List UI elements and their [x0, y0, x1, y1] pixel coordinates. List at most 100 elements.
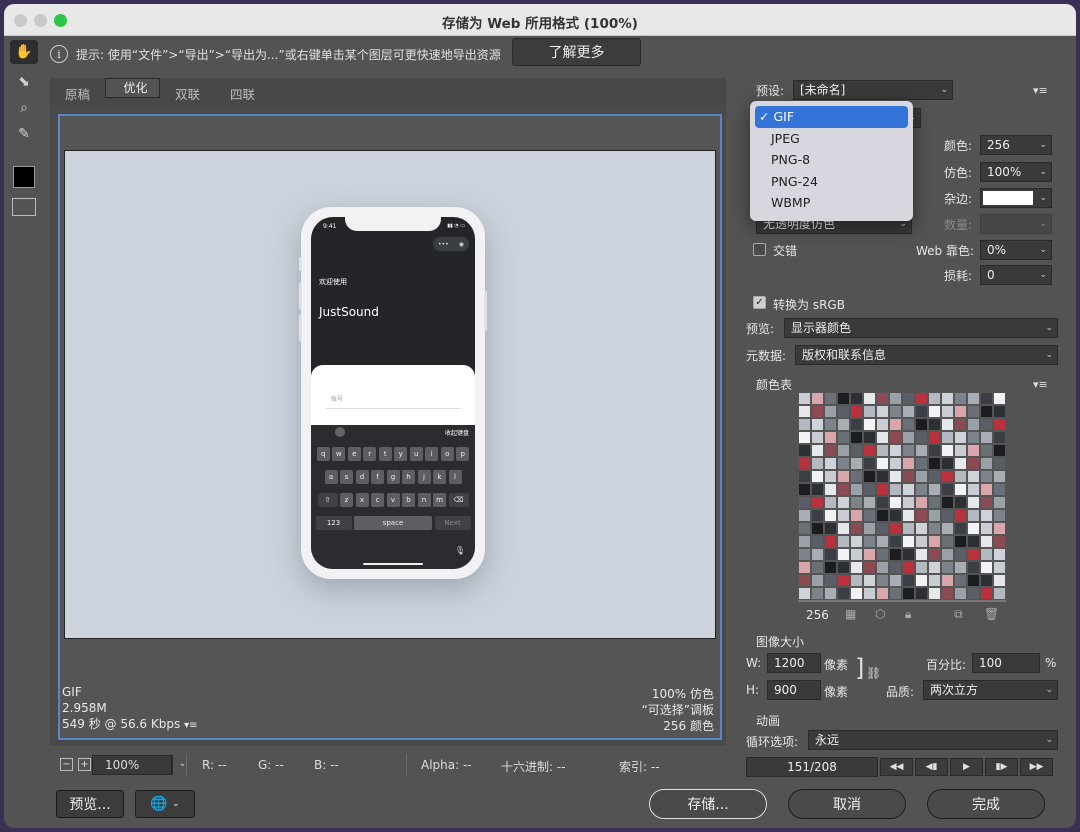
palette-swatch[interactable]: [876, 587, 889, 600]
palette-swatch[interactable]: [954, 470, 967, 483]
palette-swatch[interactable]: [993, 405, 1006, 418]
palette-swatch[interactable]: [850, 522, 863, 535]
zoom-in-button[interactable]: +: [78, 758, 91, 771]
palette-swatch[interactable]: [967, 509, 980, 522]
palette-swatch[interactable]: [902, 522, 915, 535]
dither-amount-select[interactable]: 100% ⌄: [980, 162, 1052, 182]
palette-swatch[interactable]: [811, 405, 824, 418]
palette-swatch[interactable]: [967, 457, 980, 470]
palette-swatch[interactable]: [954, 405, 967, 418]
color-table-menu-icon[interactable]: ▾≡: [1033, 378, 1048, 391]
palette-swatch[interactable]: [876, 470, 889, 483]
palette-swatch[interactable]: [798, 535, 811, 548]
zoom-tool-icon[interactable]: ⌕: [10, 96, 38, 120]
palette-swatch[interactable]: [876, 457, 889, 470]
palette-swatch[interactable]: [967, 548, 980, 561]
format-option-png8[interactable]: PNG-8: [755, 149, 908, 171]
palette-swatch[interactable]: [863, 444, 876, 457]
palette-swatch[interactable]: [863, 418, 876, 431]
cancel-button[interactable]: 取消: [788, 789, 906, 819]
palette-swatch[interactable]: [902, 548, 915, 561]
palette-swatch[interactable]: [798, 457, 811, 470]
palette-swatch[interactable]: [798, 392, 811, 405]
preview-button[interactable]: 预览...: [56, 790, 124, 818]
palette-swatch[interactable]: [824, 392, 837, 405]
palette-swatch[interactable]: [954, 509, 967, 522]
palette-swatch[interactable]: [928, 470, 941, 483]
palette-swatch[interactable]: [863, 431, 876, 444]
palette-swatch[interactable]: [980, 392, 993, 405]
palette-swatch[interactable]: [967, 522, 980, 535]
palette-swatch[interactable]: [993, 392, 1006, 405]
palette-swatch[interactable]: [915, 522, 928, 535]
palette-swatch[interactable]: [798, 587, 811, 600]
palette-swatch[interactable]: [993, 431, 1006, 444]
palette-swatch[interactable]: [993, 418, 1006, 431]
palette-swatch[interactable]: [980, 470, 993, 483]
format-option-wbmp[interactable]: WBMP: [755, 192, 908, 214]
palette-swatch[interactable]: [850, 587, 863, 600]
palette-swatch[interactable]: [824, 561, 837, 574]
quality-select[interactable]: 两次立方 ⌄: [923, 680, 1058, 700]
palette-swatch[interactable]: [941, 535, 954, 548]
slice-select-tool-icon[interactable]: ⬊: [10, 70, 38, 94]
palette-swatch[interactable]: [993, 522, 1006, 535]
palette-swatch[interactable]: [850, 444, 863, 457]
palette-swatch[interactable]: [928, 522, 941, 535]
palette-swatch[interactable]: [889, 444, 902, 457]
palette-swatch[interactable]: [941, 574, 954, 587]
palette-swatch[interactable]: [915, 457, 928, 470]
palette-swatch[interactable]: [993, 496, 1006, 509]
palette-swatch[interactable]: [902, 405, 915, 418]
palette-swatch[interactable]: [863, 522, 876, 535]
palette-swatch[interactable]: [941, 418, 954, 431]
palette-swatch[interactable]: [811, 470, 824, 483]
palette-swatch[interactable]: [993, 509, 1006, 522]
palette-swatch[interactable]: [902, 587, 915, 600]
palette-swatch[interactable]: [850, 561, 863, 574]
chain-link-icon[interactable]: ⛓︎: [866, 666, 881, 680]
palette-swatch[interactable]: [850, 392, 863, 405]
palette-swatch[interactable]: [850, 496, 863, 509]
palette-swatch[interactable]: [980, 405, 993, 418]
palette-swatch[interactable]: [850, 405, 863, 418]
palette-swatch[interactable]: [798, 509, 811, 522]
preview-color-select[interactable]: 显示器颜色 ⌄: [784, 318, 1058, 338]
palette-swatch[interactable]: [928, 431, 941, 444]
palette-swatch[interactable]: [876, 431, 889, 444]
palette-swatch[interactable]: [967, 561, 980, 574]
web-snap-select[interactable]: 0% ⌄: [980, 240, 1052, 260]
palette-swatch[interactable]: [993, 587, 1006, 600]
palette-swatch[interactable]: [863, 574, 876, 587]
learn-more-button[interactable]: 了解更多: [512, 38, 641, 66]
palette-swatch[interactable]: [824, 496, 837, 509]
palette-swatch[interactable]: [928, 418, 941, 431]
palette-swatch[interactable]: [837, 483, 850, 496]
palette-swatch[interactable]: [915, 496, 928, 509]
palette-swatch[interactable]: [980, 444, 993, 457]
palette-swatch[interactable]: [798, 574, 811, 587]
palette-swatch[interactable]: [798, 431, 811, 444]
palette-swatch[interactable]: [967, 483, 980, 496]
palette-swatch[interactable]: [824, 483, 837, 496]
palette-swatch[interactable]: [876, 483, 889, 496]
palette-swatch[interactable]: [889, 535, 902, 548]
palette-swatch[interactable]: [980, 587, 993, 600]
palette-swatch[interactable]: [928, 587, 941, 600]
palette-swatch[interactable]: [889, 483, 902, 496]
palette-swatch[interactable]: [837, 431, 850, 444]
first-frame-icon[interactable]: ◀◀: [880, 758, 913, 776]
palette-swatch[interactable]: [941, 483, 954, 496]
palette-swatch[interactable]: [863, 392, 876, 405]
map-to-web-icon[interactable]: ▦: [845, 607, 856, 621]
palette-swatch[interactable]: [850, 574, 863, 587]
palette-swatch[interactable]: [993, 470, 1006, 483]
palette-swatch[interactable]: [980, 522, 993, 535]
palette-swatch[interactable]: [967, 470, 980, 483]
palette-swatch[interactable]: [967, 535, 980, 548]
palette-swatch[interactable]: [876, 574, 889, 587]
palette-swatch[interactable]: [811, 457, 824, 470]
palette-swatch[interactable]: [954, 522, 967, 535]
palette-swatch[interactable]: [993, 444, 1006, 457]
palette-swatch[interactable]: [837, 496, 850, 509]
